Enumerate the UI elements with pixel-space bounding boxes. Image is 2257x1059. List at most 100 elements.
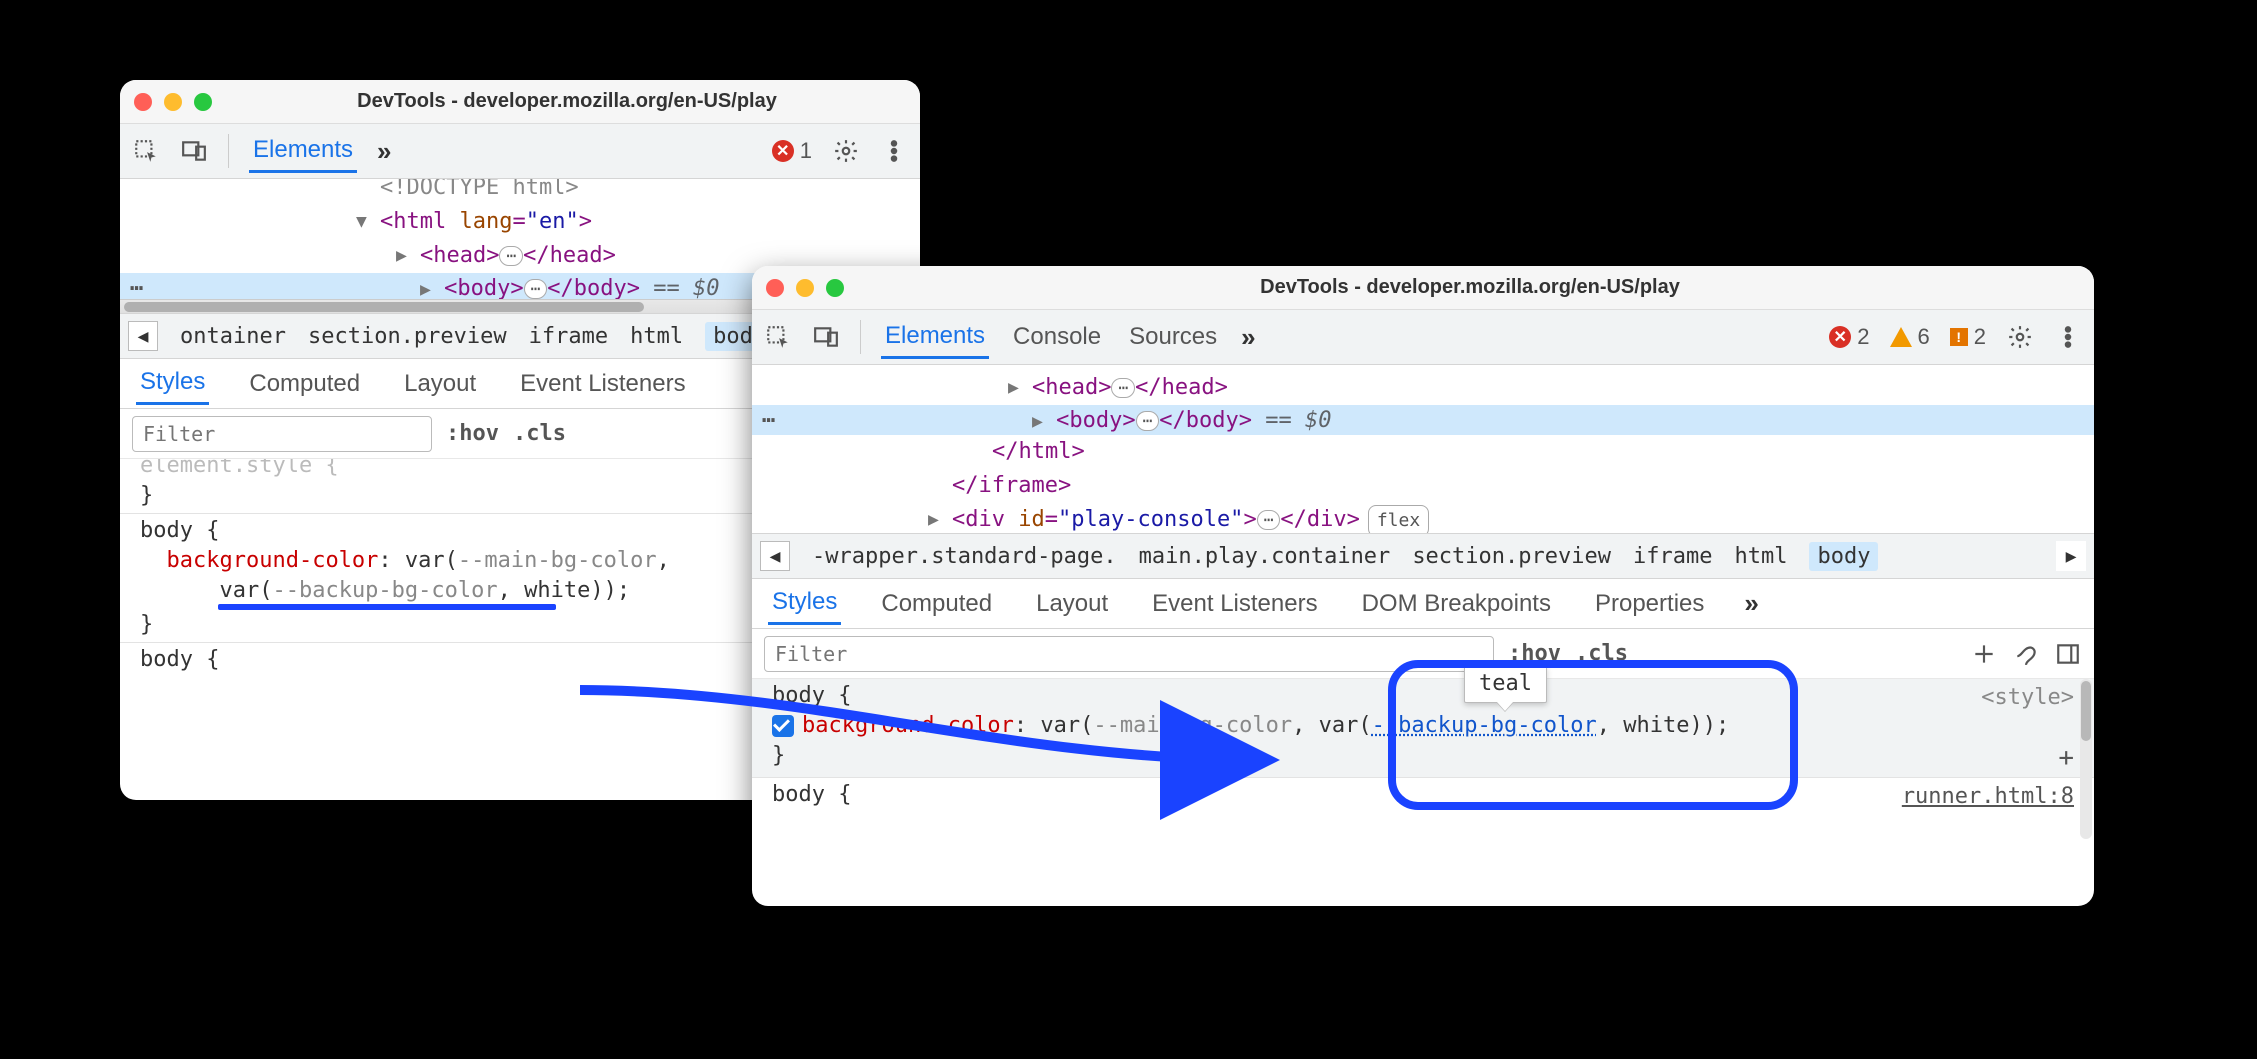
css-value[interactable]: white <box>1623 713 1689 738</box>
styles-filter-row: :hov .cls <box>752 629 2094 679</box>
tree-row-html[interactable]: ▼ <html lang="en"> <box>120 205 920 239</box>
error-badge[interactable]: ✕1 <box>772 138 812 164</box>
elements-tree[interactable]: ▶ <head>⋯</head> ⋯ ▶ <body>⋯</body> == $… <box>752 365 2094 533</box>
zoom-dot[interactable] <box>194 93 212 111</box>
css-rule[interactable]: runner.html:8 body { <box>752 778 2094 812</box>
css-var-link[interactable]: --backup-bg-color <box>1372 713 1597 738</box>
more-tabs-icon[interactable]: » <box>377 136 385 167</box>
close-dot[interactable] <box>766 279 784 297</box>
rule-origin[interactable]: <style> <box>1981 683 2074 713</box>
tab-properties[interactable]: Properties <box>1591 584 1708 624</box>
breadcrumb-prev-icon[interactable]: ◀ <box>128 321 158 351</box>
breadcrumb-item[interactable]: ontainer <box>180 324 286 349</box>
breadcrumb-item[interactable]: html <box>1734 544 1787 569</box>
add-property-icon[interactable]: + <box>2058 743 2074 773</box>
cls-toggle[interactable]: .cls <box>513 421 566 446</box>
separator <box>860 320 861 354</box>
flex-badge[interactable]: flex <box>1368 505 1429 533</box>
ellipsis-icon[interactable]: ⋯ <box>1136 411 1160 431</box>
tab-sources[interactable]: Sources <box>1125 317 1221 357</box>
sidebar-tabs: Styles Computed Layout Event Listeners D… <box>752 579 2094 629</box>
css-var[interactable]: --main-bg-color <box>458 548 657 573</box>
tree-row[interactable]: </html> <box>752 435 2094 469</box>
tab-eventlisteners[interactable]: Event Listeners <box>1148 584 1321 624</box>
devtools-toolbar: Elements » ✕1 <box>120 124 920 179</box>
tab-dombreakpoints[interactable]: DOM Breakpoints <box>1358 584 1555 624</box>
annotation-underline <box>218 604 556 610</box>
device-toolbar-icon[interactable] <box>812 323 840 351</box>
rule-origin[interactable]: runner.html:8 <box>1902 782 2074 812</box>
rule-selector: body { <box>772 782 851 807</box>
hov-toggle[interactable]: :hov <box>446 421 499 446</box>
breadcrumb-next-icon[interactable]: ▶ <box>2056 541 2086 571</box>
cls-toggle[interactable]: .cls <box>1575 641 1628 666</box>
inspect-icon[interactable] <box>132 137 160 165</box>
css-var[interactable]: --backup-bg-color <box>272 578 497 603</box>
ellipsis-icon[interactable]: ⋯ <box>1111 378 1135 398</box>
tab-computed[interactable]: Computed <box>245 364 364 404</box>
ellipsis-icon[interactable]: ⋯ <box>1257 510 1281 530</box>
value-tooltip: teal <box>1464 666 1547 703</box>
breadcrumb-item[interactable]: -wrapper.standard-page. <box>812 544 1117 569</box>
more-sidetabs-icon[interactable]: » <box>1744 588 1752 619</box>
inspect-icon[interactable] <box>764 323 792 351</box>
tab-console[interactable]: Console <box>1009 317 1105 357</box>
breadcrumb-item[interactable]: iframe <box>1633 544 1712 569</box>
traffic-lights <box>766 279 844 297</box>
device-toolbar-icon[interactable] <box>180 137 208 165</box>
tab-styles[interactable]: Styles <box>768 582 841 625</box>
warn-badge[interactable]: 6 <box>1890 324 1930 350</box>
brush-icon[interactable] <box>2012 640 2040 668</box>
settings-icon[interactable] <box>2006 323 2034 351</box>
css-value[interactable]: white <box>524 578 590 603</box>
rule-text: element.style { <box>140 459 339 478</box>
hov-toggle[interactable]: :hov <box>1508 641 1561 666</box>
minimize-dot[interactable] <box>164 93 182 111</box>
styles-filter-input[interactable] <box>132 416 432 452</box>
tree-row-head[interactable]: ▶ <head>⋯</head> <box>752 371 2094 405</box>
breadcrumb-item[interactable]: html <box>630 324 683 349</box>
close-dot[interactable] <box>134 93 152 111</box>
property-toggle-checkbox[interactable] <box>772 715 794 737</box>
css-rule[interactable]: <style> body { background-color: var(--m… <box>752 679 2094 777</box>
traffic-lights <box>134 93 212 111</box>
tree-row-div[interactable]: ▶ <div id="play-console">⋯</div>flex <box>752 503 2094 533</box>
tab-layout[interactable]: Layout <box>400 364 480 404</box>
more-tabs-icon[interactable]: » <box>1241 322 1249 353</box>
minimize-dot[interactable] <box>796 279 814 297</box>
kebab-icon[interactable] <box>2054 323 2082 351</box>
tab-eventlisteners[interactable]: Event Listeners <box>516 364 689 404</box>
breadcrumb-item[interactable]: section.preview <box>1412 544 1611 569</box>
ellipsis-icon[interactable]: ⋯ <box>499 246 523 266</box>
breadcrumb-item-selected[interactable]: body <box>1809 542 1878 571</box>
window-title: DevTools - developer.mozilla.org/en-US/p… <box>860 276 2080 299</box>
breadcrumb-item[interactable]: main.play.container <box>1139 544 1391 569</box>
tab-layout[interactable]: Layout <box>1032 584 1112 624</box>
tab-styles[interactable]: Styles <box>136 362 209 405</box>
new-rule-icon[interactable] <box>1970 640 1998 668</box>
toggle-panel-icon[interactable] <box>2054 640 2082 668</box>
breadcrumb-prev-icon[interactable]: ◀ <box>760 541 790 571</box>
titlebar: DevTools - developer.mozilla.org/en-US/p… <box>752 266 2094 310</box>
error-badge[interactable]: ✕2 <box>1829 324 1869 350</box>
styles-filter-input[interactable] <box>764 636 1494 672</box>
tab-elements[interactable]: Elements <box>881 316 989 359</box>
tab-elements[interactable]: Elements <box>249 130 357 173</box>
kebab-icon[interactable] <box>880 137 908 165</box>
breadcrumb-item[interactable]: iframe <box>529 324 608 349</box>
breadcrumb-item[interactable]: section.preview <box>308 324 507 349</box>
info-badge[interactable]: !2 <box>1950 324 1986 350</box>
tree-row-body[interactable]: ⋯ ▶ <body>⋯</body> == $0 <box>752 405 2094 435</box>
tab-computed[interactable]: Computed <box>877 584 996 624</box>
zoom-dot[interactable] <box>826 279 844 297</box>
css-property[interactable]: background-color <box>167 548 379 573</box>
rule-selector: body { <box>140 647 219 672</box>
css-var[interactable]: --main-bg-color <box>1093 713 1292 738</box>
titlebar: DevTools - developer.mozilla.org/en-US/p… <box>120 80 920 124</box>
rule-selector: body { <box>772 683 851 708</box>
css-property[interactable]: background-color <box>802 713 1014 738</box>
settings-icon[interactable] <box>832 137 860 165</box>
tree-row[interactable]: </iframe> <box>752 469 2094 503</box>
window-title: DevTools - developer.mozilla.org/en-US/p… <box>228 90 906 113</box>
ellipsis-icon[interactable]: ⋯ <box>524 279 548 299</box>
